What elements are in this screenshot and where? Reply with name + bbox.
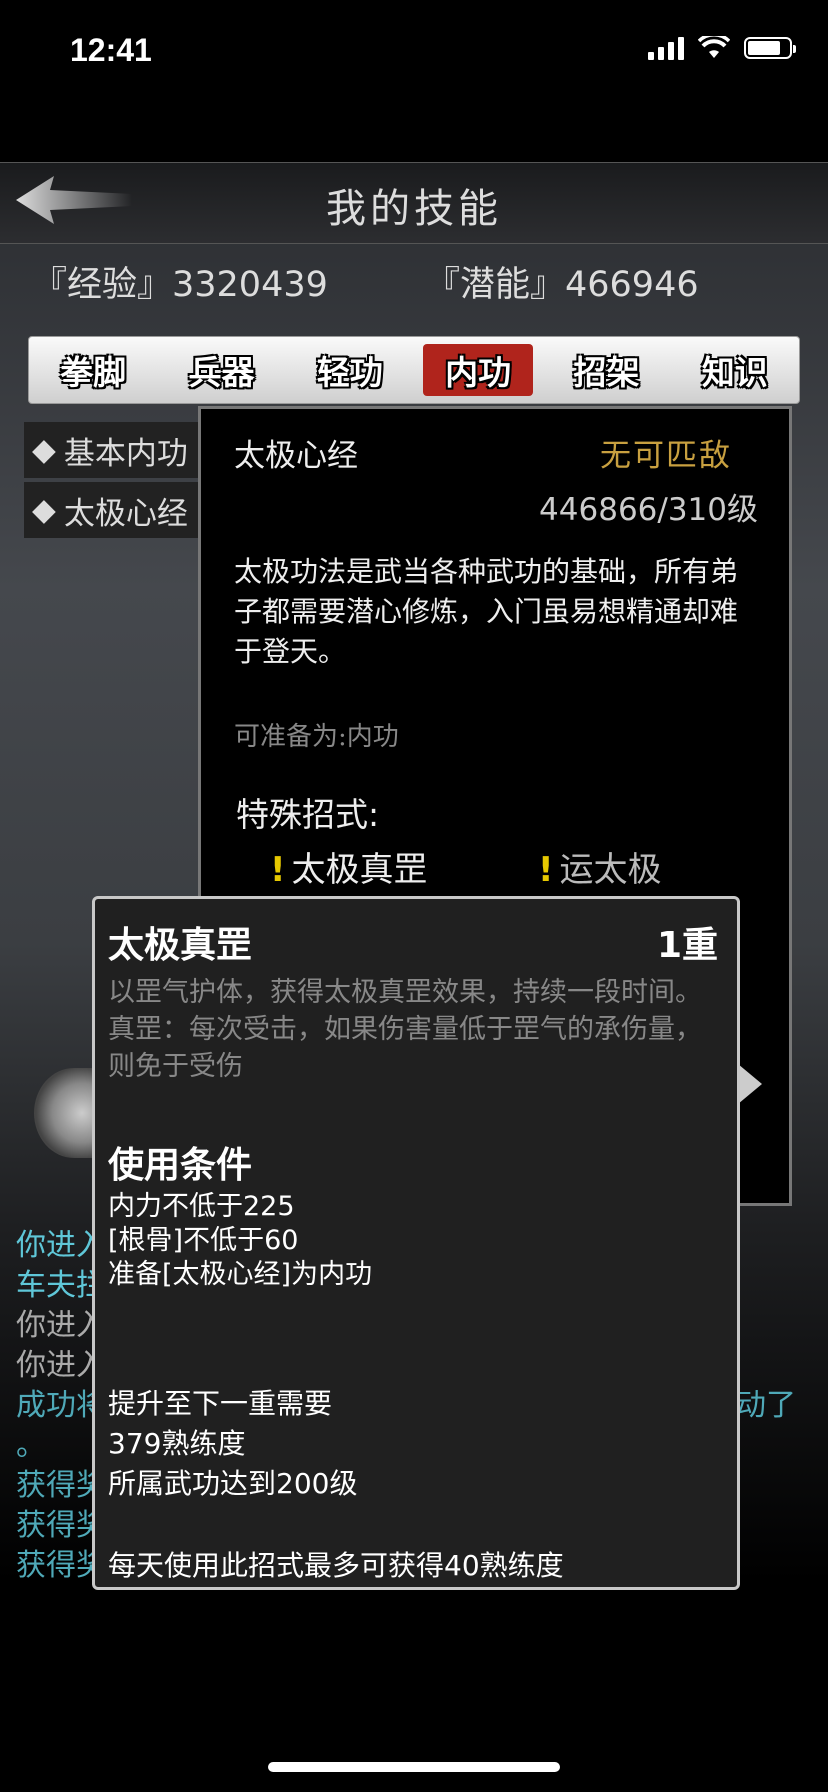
upgrade-line: 所属武功达到200级	[108, 1467, 358, 1500]
tab-weapon[interactable]: 兵器	[166, 344, 276, 396]
diamond-icon: ◆	[32, 492, 56, 528]
skill-list-item[interactable]: ◆ 基本内功	[24, 422, 204, 478]
move-name: 太极真罡	[108, 925, 253, 966]
tab-parry[interactable]: 招架	[551, 344, 661, 396]
skill-list-label: 基本内功	[63, 435, 188, 472]
tab-inner-power[interactable]: 内功	[423, 344, 534, 396]
home-indicator[interactable]	[268, 1762, 560, 1772]
special-move-label: 太极真罡	[291, 850, 428, 890]
log-line: 动了	[736, 1388, 796, 1423]
upgrade-title: 提升至下一重需要	[108, 1387, 333, 1420]
page-title: 我的技能	[326, 186, 502, 232]
cellular-signal-icon	[648, 36, 684, 60]
exclamation-icon: !	[538, 850, 554, 890]
battery-icon	[744, 37, 796, 59]
wifi-icon	[698, 36, 730, 58]
move-tier: 1重	[656, 925, 718, 966]
exclamation-icon: !	[270, 850, 286, 890]
status-time: 12:41	[70, 32, 152, 68]
log-line: 。	[16, 1428, 46, 1463]
skill-rank: 无可匹敌	[600, 438, 732, 474]
diamond-icon: ◆	[32, 432, 56, 468]
skill-level: 446866/310级	[539, 492, 758, 528]
skill-list-item[interactable]: ◆ 太极心经	[24, 482, 204, 538]
tab-fist[interactable]: 拳脚	[38, 344, 148, 396]
special-move-label: 运太极	[559, 850, 662, 890]
special-moves-title: 特殊招式:	[236, 795, 380, 834]
tab-knowledge[interactable]: 知识	[680, 344, 790, 396]
experience-stat: 『经验』3320439	[32, 265, 328, 305]
special-move-item[interactable]: ! 运太极	[538, 842, 662, 891]
status-icons	[648, 36, 796, 60]
skill-description: 太极功法是武当各种武功的基础，所有弟子都需要潜心修炼，入门虽易想精通却难于登天。	[234, 555, 739, 668]
move-description: 以罡气护体，获得太极真罡效果，持续一段时间。真罡：每次受击，如果伤害量低于罡气的…	[108, 977, 702, 1082]
skill-name: 太极心经	[234, 438, 358, 474]
potential-stat: 『潜能』466946	[425, 265, 699, 305]
special-move-item[interactable]: ! 太极真罡	[270, 842, 428, 891]
skill-category-tabs: 拳脚 兵器 轻功 内功 招架 知识	[28, 336, 800, 404]
upgrade-line: 379熟练度	[108, 1427, 246, 1460]
conditions-title: 使用条件	[108, 1145, 253, 1186]
daily-note: 每天使用此招式最多可获得40熟练度	[108, 1549, 564, 1582]
tab-lightness[interactable]: 轻功	[295, 344, 405, 396]
condition-line: 准备[太极心经]为内功	[108, 1259, 373, 1290]
skill-list-label: 太极心经	[63, 495, 188, 532]
skill-prepare-as: 可准备为:内功	[234, 722, 399, 752]
